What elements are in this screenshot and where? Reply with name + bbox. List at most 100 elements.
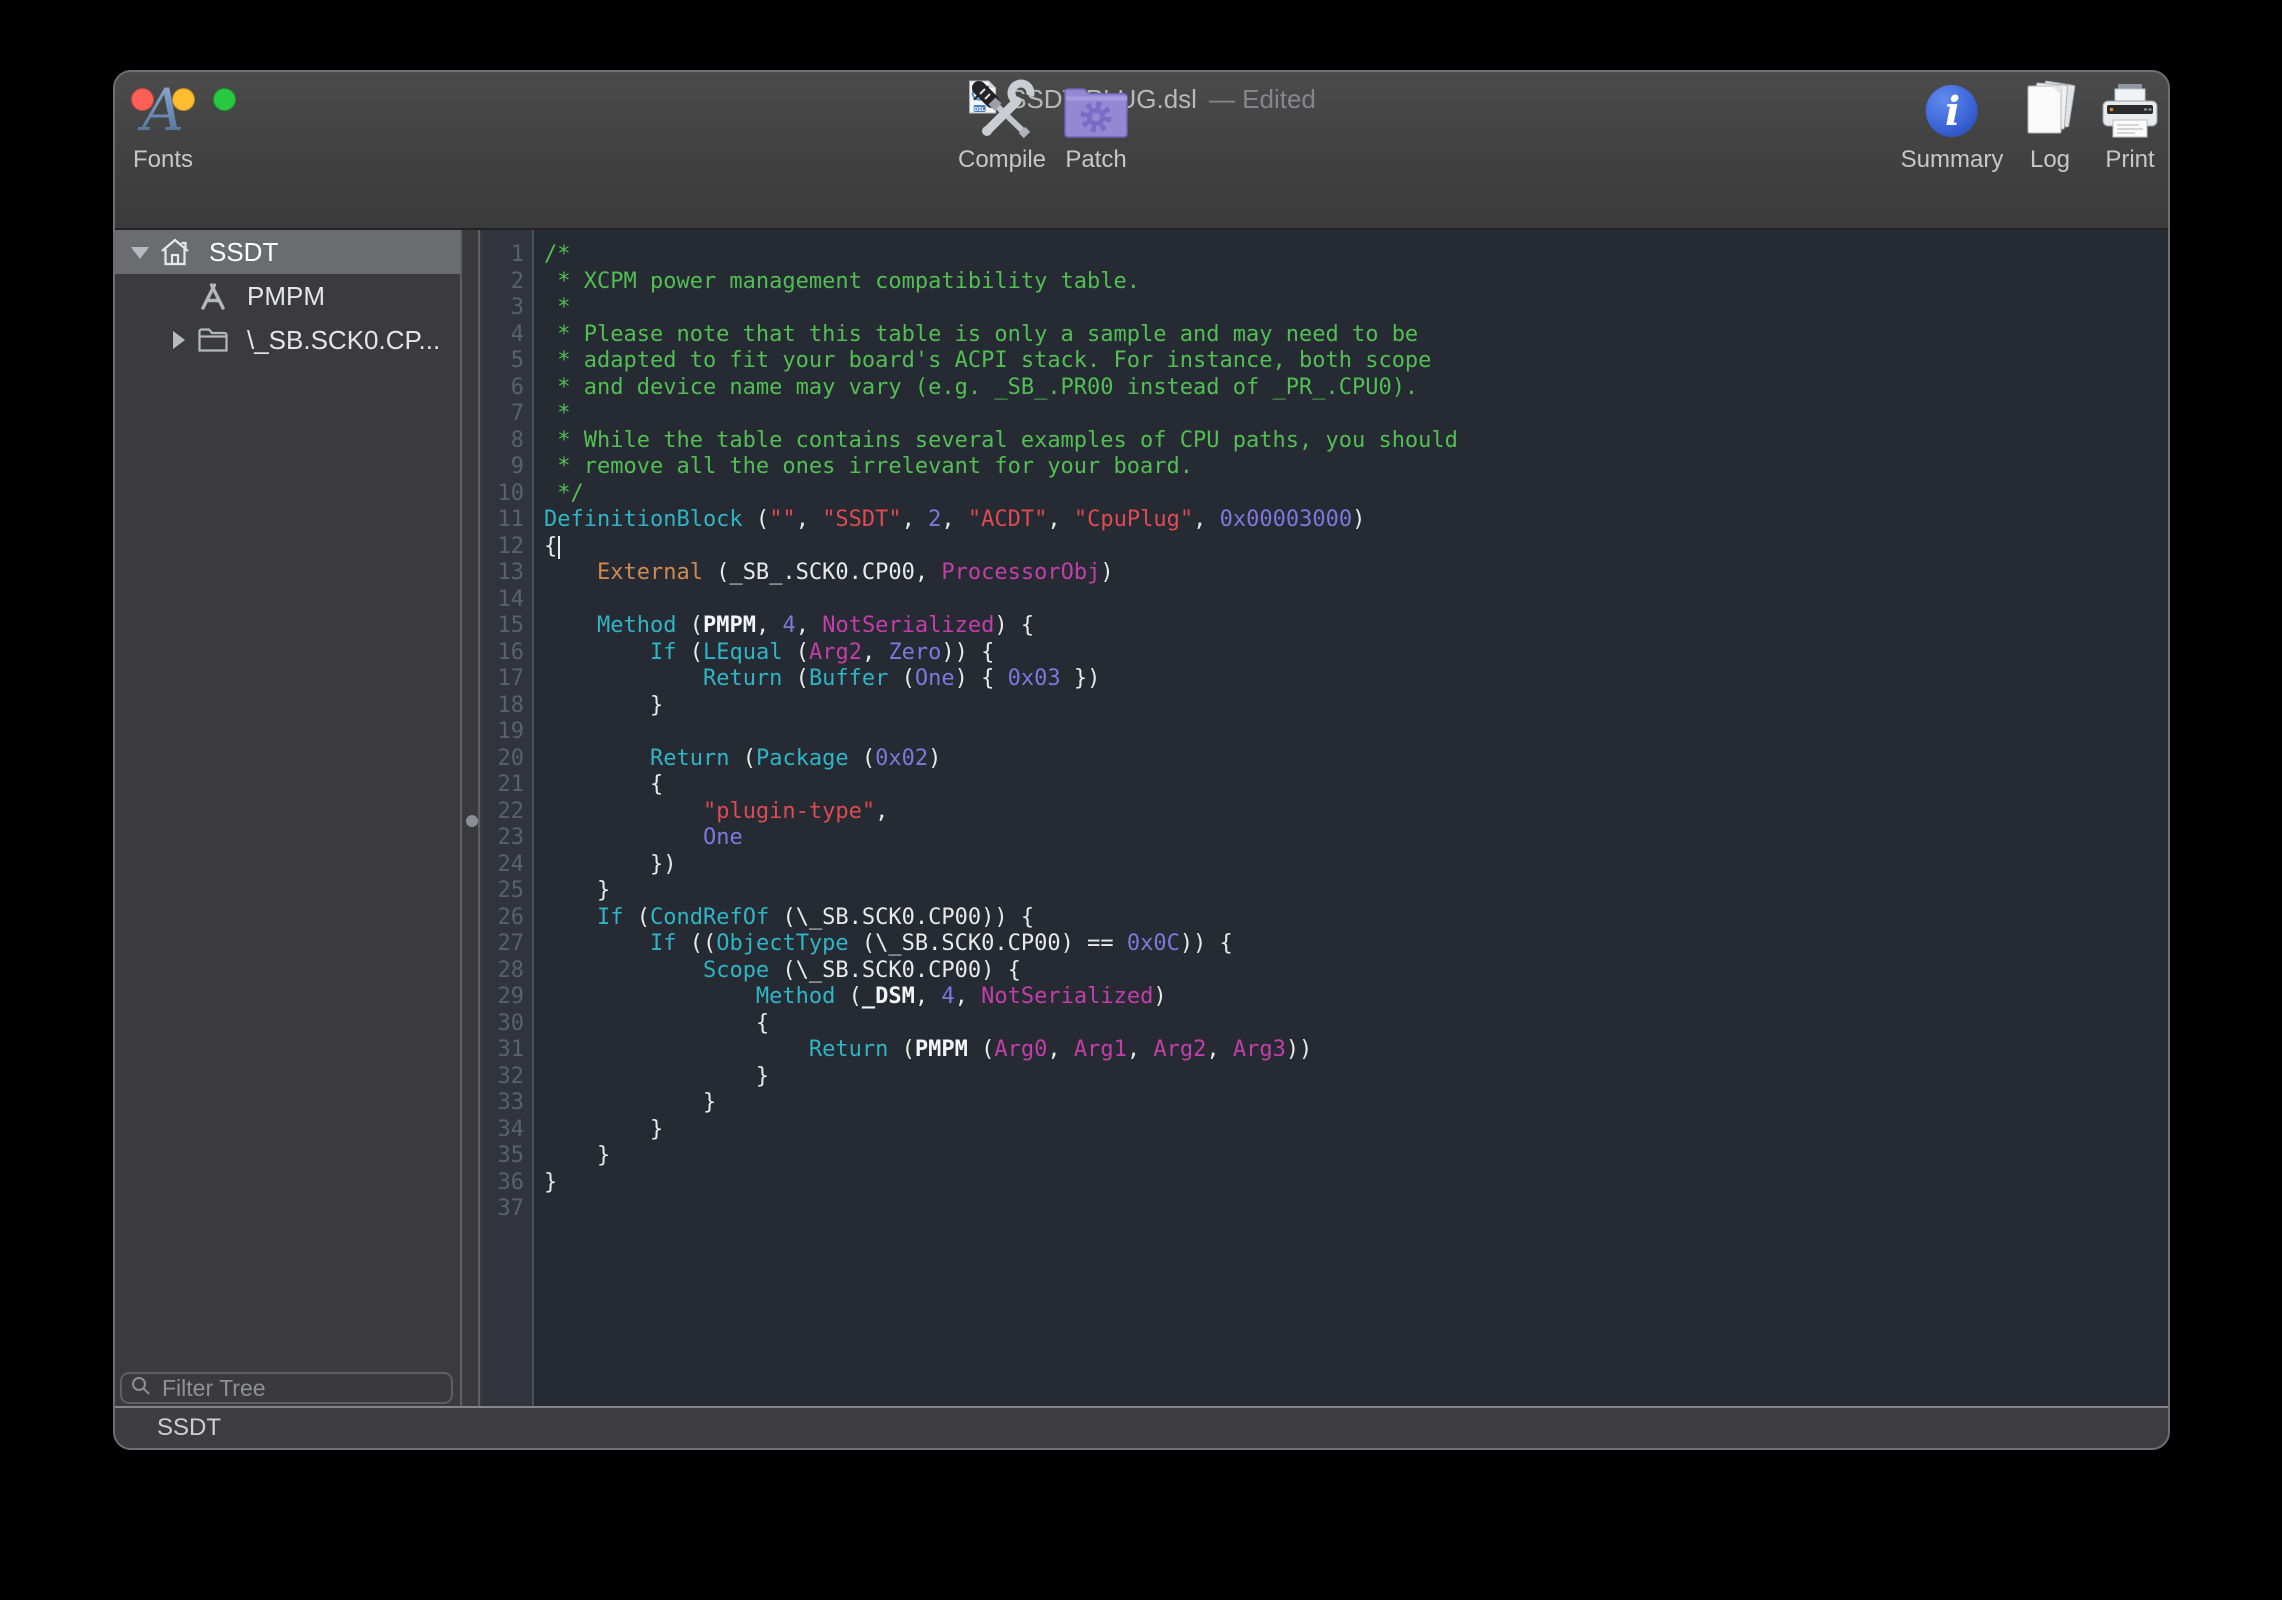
patch-button[interactable]: Patch xyxy=(1062,78,1130,172)
summary-button[interactable]: i Summary xyxy=(1901,78,2004,172)
code-line: { xyxy=(544,534,2168,561)
code-line: /* xyxy=(544,242,2168,269)
code-token: { xyxy=(544,772,663,797)
fonts-label: Fonts xyxy=(133,148,193,172)
code-token xyxy=(544,666,703,691)
status-selection-label: SSDT xyxy=(157,1414,221,1442)
print-label: Print xyxy=(2105,148,2154,172)
summary-info-icon: i xyxy=(1923,78,1981,144)
code-line: DefinitionBlock ("", "SSDT", 2, "ACDT", … xyxy=(544,507,2168,534)
editor-gutter: 1234567891011121314151617181920212223242… xyxy=(482,230,534,1410)
fonts-button[interactable]: A Fonts xyxy=(133,78,193,172)
code-line xyxy=(544,587,2168,614)
line-number: 18 xyxy=(482,693,532,720)
line-number: 10 xyxy=(482,481,532,508)
code-token: , xyxy=(1193,507,1220,532)
filter-tree-input[interactable] xyxy=(160,1374,443,1403)
code-line: Return (Buffer (One) { 0x03 }) xyxy=(544,666,2168,693)
line-number: 21 xyxy=(482,772,532,799)
code-line: If (LEqual (Arg2, Zero)) { xyxy=(544,640,2168,667)
tree-item-0[interactable]: SSDT xyxy=(115,230,460,274)
line-number: 34 xyxy=(482,1117,532,1144)
text-caret xyxy=(558,536,560,559)
compile-icon xyxy=(969,78,1035,144)
code-token: ( xyxy=(743,507,770,532)
line-number: 1 xyxy=(482,242,532,269)
tree-item-1[interactable]: PMPM xyxy=(115,274,460,318)
code-token: ( xyxy=(729,746,756,771)
tree-item-2[interactable]: \_SB.SCK0.CP... xyxy=(115,318,460,362)
splitter-handle-dot[interactable] xyxy=(466,815,478,827)
code-token: ( xyxy=(888,1037,915,1062)
log-pages-icon xyxy=(2020,78,2080,144)
code-line: } xyxy=(544,1143,2168,1170)
code-token: "" xyxy=(769,507,796,532)
code-token: Package xyxy=(756,746,849,771)
zoom-button[interactable] xyxy=(213,88,236,111)
log-label: Log xyxy=(2030,148,2070,172)
code-token: Arg2 xyxy=(1153,1037,1206,1062)
code-token: } xyxy=(544,1090,716,1115)
code-token: ( xyxy=(968,1037,995,1062)
line-number: 36 xyxy=(482,1170,532,1197)
code-line: One xyxy=(544,825,2168,852)
code-token: , xyxy=(955,984,982,1009)
code-token: One xyxy=(915,666,955,691)
sidebar: SSDTPMPM\_SB.SCK0.CP... xyxy=(115,230,462,1410)
code-token: , xyxy=(1047,1037,1074,1062)
title-edited-status: — Edited xyxy=(1209,84,1316,115)
code-token: * xyxy=(544,401,571,426)
svg-text:i: i xyxy=(1945,88,1960,135)
code-line: * XCPM power management compatibility ta… xyxy=(544,269,2168,296)
line-number: 22 xyxy=(482,799,532,826)
code-token: } xyxy=(544,1064,769,1089)
disclosure-triangle-icon[interactable] xyxy=(129,241,151,263)
code-token: 0x02 xyxy=(875,746,928,771)
line-number: 35 xyxy=(482,1143,532,1170)
search-icon xyxy=(130,1375,152,1402)
code-token: DefinitionBlock xyxy=(544,507,743,532)
code-token: If xyxy=(650,640,677,665)
code-token: )) { xyxy=(941,640,994,665)
line-number: 4 xyxy=(482,322,532,349)
code-token: } xyxy=(544,1143,610,1168)
line-number: 15 xyxy=(482,613,532,640)
code-token: PMPM xyxy=(915,1037,968,1062)
code-token: } xyxy=(544,878,610,903)
sidebar-splitter[interactable] xyxy=(464,230,480,1410)
summary-label: Summary xyxy=(1901,148,2004,172)
svg-text:A: A xyxy=(137,78,184,144)
line-number: 23 xyxy=(482,825,532,852)
code-line: Method (PMPM, 4, NotSerialized) { xyxy=(544,613,2168,640)
code-editor[interactable]: 1234567891011121314151617181920212223242… xyxy=(482,230,2168,1410)
code-token: ) { xyxy=(955,666,1008,691)
code-line: External (_SB_.SCK0.CP00, ProcessorObj) xyxy=(544,560,2168,587)
code-token xyxy=(544,640,650,665)
line-number: 32 xyxy=(482,1064,532,1091)
code-line: } xyxy=(544,1170,2168,1197)
line-number: 16 xyxy=(482,640,532,667)
code-token: Return xyxy=(703,666,782,691)
code-token: Arg0 xyxy=(994,1037,1047,1062)
line-number: 11 xyxy=(482,507,532,534)
disclosure-triangle-icon[interactable] xyxy=(167,329,189,351)
code-token: ( xyxy=(835,984,862,1009)
code-token: "ACDT" xyxy=(968,507,1047,532)
code-line: Return (Package (0x02) xyxy=(544,746,2168,773)
code-area[interactable]: /* * XCPM power management compatibility… xyxy=(536,230,2168,1410)
code-token xyxy=(544,825,703,850)
code-token: Buffer xyxy=(809,666,888,691)
compile-button[interactable]: Compile xyxy=(958,78,1046,172)
code-line: */ xyxy=(544,481,2168,508)
code-token: 4 xyxy=(782,613,795,638)
line-number: 8 xyxy=(482,428,532,455)
filter-tree-field[interactable] xyxy=(120,1372,453,1404)
code-token: , xyxy=(1047,507,1074,532)
fonts-icon: A xyxy=(135,78,191,144)
line-number: 9 xyxy=(482,454,532,481)
log-button[interactable]: Log xyxy=(2020,78,2080,172)
code-token: , xyxy=(796,613,823,638)
line-number: 31 xyxy=(482,1037,532,1064)
code-token: NotSerialized xyxy=(822,613,994,638)
print-button[interactable]: Print xyxy=(2098,78,2162,172)
